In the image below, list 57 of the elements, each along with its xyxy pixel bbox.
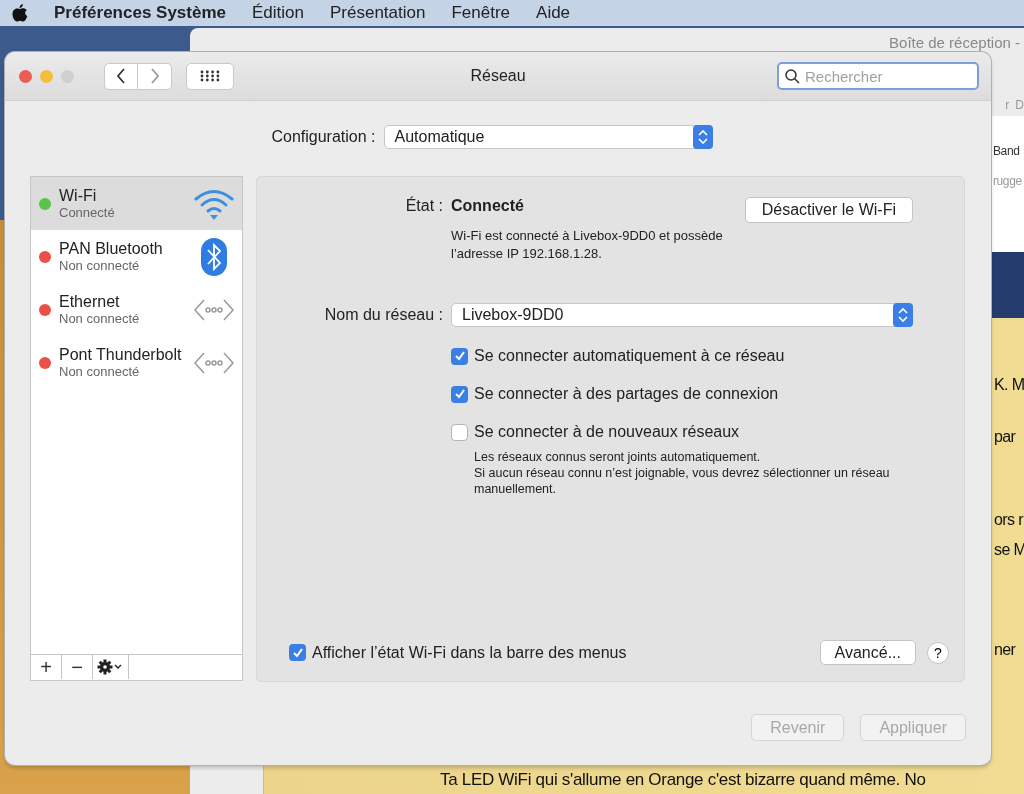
mailbox-item: rugge (993, 174, 1022, 188)
message-text: ors r (994, 511, 1023, 529)
stepper-icon (692, 125, 713, 149)
checkbox-label: Se connecter à des partages de connexion (474, 385, 779, 403)
message-text: K. M (994, 376, 1024, 394)
chevron-right-icon (149, 68, 160, 84)
service-item[interactable]: Wi-Fi Connecté (31, 177, 242, 230)
configuration-label: Configuration : (271, 128, 376, 146)
menu-item[interactable]: Préférences Système (54, 3, 226, 23)
advanced-button[interactable]: Avancé... (819, 640, 916, 665)
chevron-left-icon (116, 68, 126, 84)
service-status: Non connecté (59, 364, 141, 379)
service-item[interactable]: Ethernet Non connecté (31, 283, 242, 336)
mailbox-item: Band (993, 144, 1020, 158)
status-label: État : (404, 197, 444, 216)
close-icon[interactable] (19, 69, 32, 83)
back-button[interactable] (104, 62, 138, 90)
show-all-button[interactable] (186, 62, 234, 90)
service-item[interactable]: Pont Thunderbolt Non connecté (31, 336, 242, 389)
window-title: Réseau (470, 67, 526, 84)
status-value: Connecté (451, 197, 524, 215)
window-title: Boîte de réception - (889, 33, 1020, 51)
message-text: Ta LED WiFi qui s'allume en Orange c'est bizarre quand même. No (440, 770, 926, 790)
service-status: Non connecté (59, 258, 141, 273)
checkbox[interactable] (451, 385, 468, 403)
checkbox-label: Afficher l’état Wi-Fi dans la barre des menus (312, 643, 627, 662)
grid-icon (200, 70, 220, 82)
service-name: Wi-Fi (59, 187, 98, 205)
options-note: Les réseaux connus seront joints automatiquement. Si aucun réseau connu n’est joignable, vous devrez sélectionner un réseau manuellement. (474, 449, 891, 497)
menu-item[interactable]: Fenêtre (451, 3, 511, 23)
menu-item[interactable]: Édition (252, 3, 304, 23)
service-status: Connecté (59, 205, 116, 220)
apple-logo-icon[interactable] (12, 3, 28, 23)
service-item[interactable]: PAN Bluetooth Non connecté (31, 230, 242, 283)
service-status: Non connecté (59, 311, 141, 326)
checkbox[interactable] (451, 423, 468, 441)
status-description: Wi-Fi est connecté à Livebox-9DD0 et possède l’adresse IP 192.168.1.28. (451, 227, 724, 263)
menu-item[interactable]: Aide (536, 3, 571, 23)
service-name: Ethernet (59, 293, 121, 311)
service-name: Pont Thunderbolt (59, 346, 183, 364)
disable-wifi-button[interactable]: Désactiver le Wi-Fi (744, 197, 913, 223)
checkbox[interactable] (451, 347, 468, 365)
network-dropdown[interactable]: Livebox-9DD0 (451, 303, 913, 327)
help-button[interactable]: ? (927, 641, 949, 664)
toolbar-label: r (1005, 98, 1010, 112)
checkbox-label: Se connecter à de nouveaux réseaux (474, 423, 740, 441)
menu-item[interactable]: Présentation (330, 3, 426, 23)
checkbox-label: Se connecter automatiquement à ce réseau (474, 347, 785, 365)
service-name: PAN Bluetooth (59, 240, 164, 258)
message-text: par (994, 428, 1016, 446)
toolbar-label: D (1015, 98, 1024, 112)
search-field[interactable]: Rechercher (777, 62, 979, 90)
checkbox[interactable] (289, 644, 306, 661)
message-text: ner (994, 641, 1016, 659)
configuration-dropdown[interactable]: Automatique (383, 125, 713, 149)
network-name-label: Nom du réseau : (323, 306, 444, 324)
stepper-icon (893, 303, 913, 327)
